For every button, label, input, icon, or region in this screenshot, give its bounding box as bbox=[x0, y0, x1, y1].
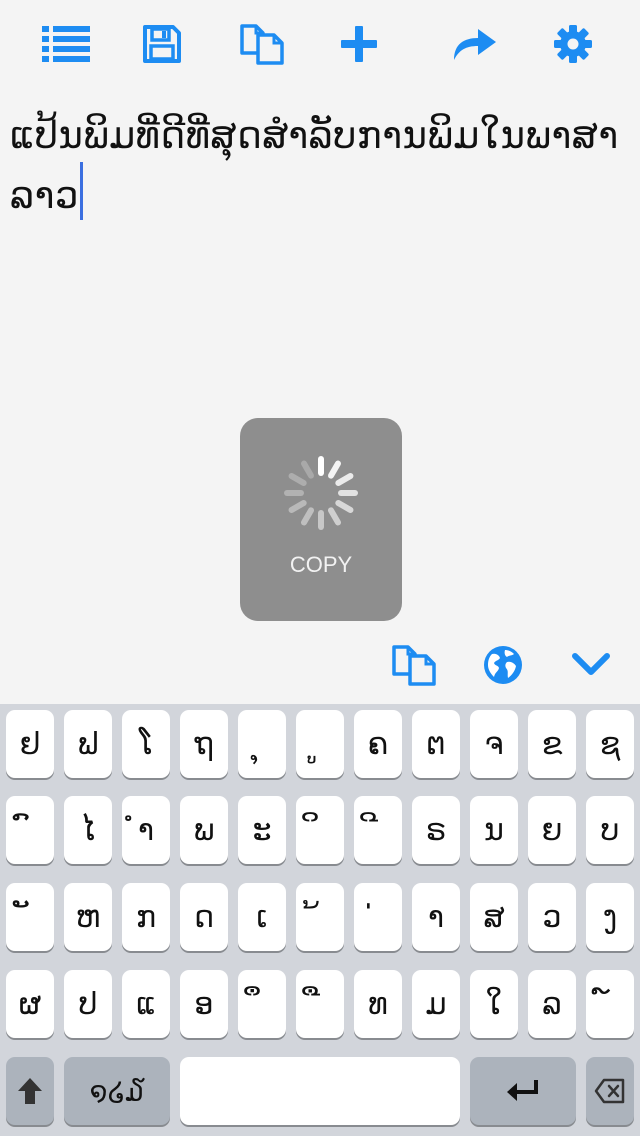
key[interactable]: ໌ bbox=[586, 970, 634, 1038]
key[interactable]: ຢ bbox=[6, 710, 54, 778]
key[interactable]: ຜ bbox=[6, 970, 54, 1038]
key[interactable]: ປ bbox=[64, 970, 112, 1038]
key[interactable]: ໃ bbox=[470, 970, 518, 1038]
key[interactable]: ຟ bbox=[64, 710, 112, 778]
toolbar bbox=[0, 0, 640, 88]
text-caret bbox=[79, 162, 83, 220]
key[interactable]: ັ bbox=[6, 883, 54, 951]
key[interactable]: ຈ bbox=[470, 710, 518, 778]
key[interactable]: ລ bbox=[528, 970, 576, 1038]
backspace-key[interactable] bbox=[586, 1057, 634, 1125]
shift-icon bbox=[18, 1078, 42, 1104]
key[interactable]: ້ bbox=[296, 883, 344, 951]
key[interactable]: ຫ bbox=[64, 883, 112, 951]
hud-label: COPY bbox=[289, 552, 353, 577]
shift-key[interactable] bbox=[6, 1057, 54, 1125]
key[interactable]: ຶ bbox=[238, 970, 286, 1038]
key[interactable]: າ bbox=[412, 883, 460, 951]
globe-icon bbox=[484, 646, 522, 684]
switch-keyboard-button[interactable] bbox=[475, 638, 531, 692]
hide-keyboard-button[interactable] bbox=[563, 638, 619, 692]
settings-button[interactable] bbox=[545, 18, 601, 70]
save-button[interactable] bbox=[134, 18, 190, 70]
key[interactable]: ດ bbox=[180, 883, 228, 951]
chevron-down-icon bbox=[572, 653, 610, 675]
key[interactable]: ແ bbox=[122, 970, 170, 1038]
share-icon bbox=[454, 29, 496, 60]
plus-icon bbox=[341, 26, 377, 62]
add-button[interactable] bbox=[331, 18, 387, 70]
copy-all-button[interactable] bbox=[386, 638, 442, 692]
key[interactable]: ອ bbox=[180, 970, 228, 1038]
key[interactable]: ກ bbox=[122, 883, 170, 951]
copy-icon bbox=[392, 645, 436, 686]
share-button[interactable] bbox=[447, 18, 503, 70]
key[interactable]: ີ bbox=[354, 796, 402, 864]
key[interactable]: ະ bbox=[238, 796, 286, 864]
key[interactable]: ່ bbox=[354, 883, 402, 951]
key[interactable]: ສ bbox=[470, 883, 518, 951]
keyboard: ຢ ຟ ໂ ຖ ຸ ູ ຄ ຕ ຈ ຂ ຊ ົ ໄ ຳ ພ ະ ິ ີ ຣ ນ … bbox=[0, 704, 640, 1136]
backspace-icon bbox=[594, 1078, 625, 1104]
return-key[interactable] bbox=[470, 1057, 576, 1125]
editor-content: ແປ້ນພິມທີ່ດີທີ່ສຸດສຳລັບການພິມໃນພາສາລາວ bbox=[10, 114, 619, 217]
key[interactable]: ໂ bbox=[122, 710, 170, 778]
key[interactable]: ຄ bbox=[354, 710, 402, 778]
spinner-icon bbox=[284, 456, 358, 530]
key[interactable]: ຳ bbox=[122, 796, 170, 864]
copy-icon bbox=[240, 24, 284, 65]
numbers-key[interactable]: ໑໒໓ bbox=[64, 1057, 170, 1125]
key[interactable]: ບ bbox=[586, 796, 634, 864]
list-button[interactable] bbox=[38, 18, 94, 70]
key[interactable]: ໄ bbox=[64, 796, 112, 864]
key[interactable]: ມ bbox=[412, 970, 460, 1038]
key[interactable]: ວ bbox=[528, 883, 576, 951]
key[interactable]: ຸ bbox=[238, 710, 286, 778]
key[interactable]: ື bbox=[296, 970, 344, 1038]
key[interactable]: ພ bbox=[180, 796, 228, 864]
key[interactable]: ນ bbox=[470, 796, 518, 864]
key[interactable]: ງ bbox=[586, 883, 634, 951]
editor-text[interactable]: ແປ້ນພິມທີ່ດີທີ່ສຸດສຳລັບການພິມໃນພາສາລາວ bbox=[10, 110, 635, 222]
save-icon bbox=[143, 25, 181, 63]
key[interactable]: ເ bbox=[238, 883, 286, 951]
key[interactable]: ຕ bbox=[412, 710, 460, 778]
copy-button[interactable] bbox=[234, 18, 290, 70]
key[interactable]: ູ bbox=[296, 710, 344, 778]
key[interactable]: ທ bbox=[354, 970, 402, 1038]
space-key[interactable] bbox=[180, 1057, 460, 1125]
list-icon bbox=[42, 26, 90, 62]
key[interactable]: ຍ bbox=[528, 796, 576, 864]
copy-hud: COPY bbox=[240, 418, 402, 621]
key[interactable]: ົ bbox=[6, 796, 54, 864]
key[interactable]: ຖ bbox=[180, 710, 228, 778]
return-icon bbox=[507, 1080, 538, 1101]
key[interactable]: ິ bbox=[296, 796, 344, 864]
gear-icon bbox=[554, 25, 592, 63]
key[interactable]: ຣ bbox=[412, 796, 460, 864]
key[interactable]: ຊ bbox=[586, 710, 634, 778]
key[interactable]: ຂ bbox=[528, 710, 576, 778]
